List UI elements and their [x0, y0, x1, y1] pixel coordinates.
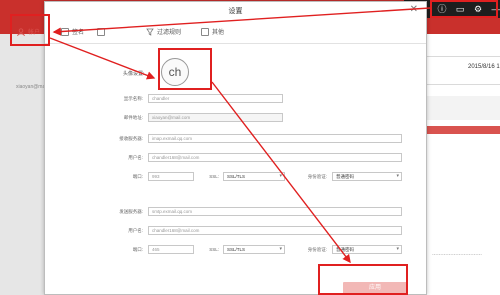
display-name-field[interactable]: chandler: [148, 94, 283, 103]
outgoing-port-field[interactable]: 465: [148, 245, 194, 254]
mail-highlight-bar: [420, 126, 500, 134]
tab-mail[interactable]: [97, 26, 108, 40]
settings-dialog: 设置 ✕ 帐户 签名 过滤规则 其他 头像设置: ch 显示名称: chandl…: [17, 1, 427, 295]
outgoing-auth-value: 普通密码: [336, 247, 354, 252]
outgoing-ssl-label: SSL:: [209, 247, 219, 252]
mail-date: 2015/8/16 1: [468, 64, 500, 70]
filter-icon: [146, 28, 154, 37]
chevron-down-icon: ▾: [396, 246, 399, 252]
tab-other-label: 其他: [212, 30, 225, 36]
outgoing-auth-select[interactable]: 普通密码 ▾: [332, 245, 402, 254]
divider: [420, 84, 500, 85]
mail-preview-text: …………………………: [432, 251, 482, 257]
email-address-field: xiaoyan@mail.com: [148, 113, 283, 122]
avatar-label: 头像设置:: [123, 71, 145, 77]
incoming-auth-value: 普通密码: [336, 174, 354, 179]
incoming-username-field[interactable]: chandler168@mail.com: [148, 153, 402, 162]
outgoing-username-field[interactable]: chandler168@mail.com: [148, 226, 402, 235]
outgoing-server-field[interactable]: smtp.exmail.qq.com: [148, 207, 402, 216]
incoming-server-field[interactable]: imap.exmail.qq.com: [148, 134, 402, 143]
chevron-down-icon: ▾: [396, 173, 399, 179]
incoming-port-field[interactable]: 993: [148, 172, 194, 181]
annotation-box-avatar: [158, 48, 212, 90]
outgoing-port-label: 端口:: [132, 247, 143, 252]
settings-tabs: 帐户 签名 过滤规则 其他: [17, 22, 426, 44]
chevron-down-icon: ▾: [279, 173, 282, 179]
incoming-port-label: 端口:: [132, 174, 143, 179]
outgoing-ssl-select[interactable]: SSL/TLS ▾: [223, 245, 285, 254]
dialog-title: 设置: [228, 8, 243, 15]
chevron-down-icon: ▾: [279, 246, 282, 252]
outgoing-server-label: 发送服务器:: [119, 209, 143, 214]
list-icon: [201, 28, 209, 37]
email-address-label: 邮件地址:: [123, 115, 143, 120]
display-name-label: 显示名称:: [123, 96, 143, 101]
incoming-ssl-value: SSL/TLS: [227, 174, 246, 179]
annotation-box-window-controls: [430, 0, 498, 18]
annotation-box-account-tab: [10, 14, 50, 46]
mail-icon: [97, 28, 105, 37]
annotation-box-apply: [318, 264, 408, 295]
tab-signature-label: 签名: [72, 30, 85, 36]
mail-client-window: ⓘ ▭ ⚙ — xiaoyan@mail.com 2015/8/16 1 …………: [0, 0, 500, 295]
incoming-auth-label: 身份验证:: [307, 174, 327, 179]
incoming-auth-select[interactable]: 普通密码 ▾: [332, 172, 402, 181]
incoming-ssl-select[interactable]: SSL/TLS ▾: [223, 172, 285, 181]
incoming-username-label: 用户名:: [128, 155, 143, 160]
tab-filter-rules[interactable]: 过滤规则: [146, 26, 181, 40]
incoming-ssl-label: SSL:: [209, 174, 219, 179]
tab-signature[interactable]: 签名: [61, 26, 84, 40]
outgoing-username-label: 用户名:: [128, 228, 143, 233]
close-icon[interactable]: ✕: [410, 4, 418, 15]
incoming-server-label: 接收服务器:: [119, 136, 143, 141]
mail-notice-area: [420, 96, 500, 120]
divider: [420, 56, 500, 57]
tab-filter-rules-label: 过滤规则: [157, 30, 182, 36]
outgoing-ssl-value: SSL/TLS: [227, 247, 246, 252]
pen-icon: [61, 28, 69, 37]
tab-other[interactable]: 其他: [201, 26, 224, 40]
outgoing-auth-label: 身份验证:: [307, 247, 327, 252]
